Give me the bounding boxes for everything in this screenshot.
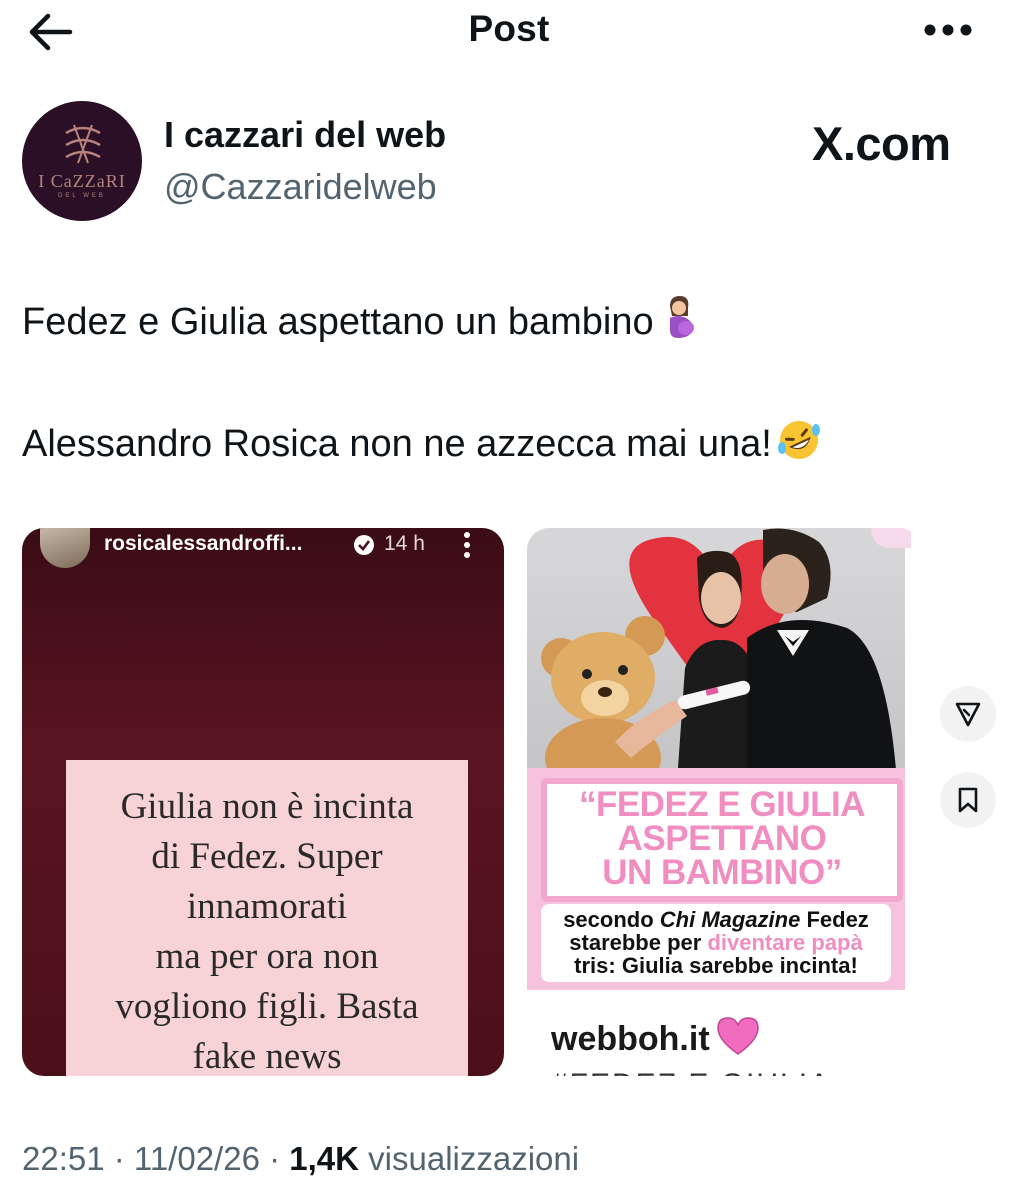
post-time[interactable]: 22:51 xyxy=(22,1140,105,1177)
verified-badge-icon xyxy=(354,535,374,555)
tweet-text: Fedez e Giulia aspettano un bambino xyxy=(22,301,654,343)
top-bar: Post xyxy=(0,0,1018,64)
watermark: X.com xyxy=(812,117,951,170)
more-icon xyxy=(924,24,972,36)
avatar[interactable]: I CaZZaRI DEL WEB xyxy=(22,101,142,221)
article-photo xyxy=(527,528,905,782)
grok-button[interactable] xyxy=(940,686,996,742)
author-name[interactable]: I cazzari del web xyxy=(164,114,446,156)
story-text-card: Giulia non è incinta di Fedez. Super inn… xyxy=(66,760,468,1076)
article-headline: “FEDEZ E GIULIA ASPETTANO UN BAMBINO” xyxy=(578,785,866,892)
tweet-text: Alessandro Rosica non ne azzecca mai una… xyxy=(22,423,772,465)
bookmark-button[interactable] xyxy=(940,772,996,828)
headline-box: “FEDEZ E GIULIA ASPETTANO UN BAMBINO” xyxy=(541,778,903,902)
tweet-text-line-1: Fedez e Giulia aspettano un bambino xyxy=(22,296,698,350)
bookmark-icon xyxy=(958,787,978,813)
views-label: visualizzazioni xyxy=(358,1140,580,1177)
story-menu-icon xyxy=(464,532,470,558)
views-count[interactable]: 1,4K xyxy=(289,1140,359,1177)
tweet-text-line-2: Alessandro Rosica non ne azzecca mai una… xyxy=(22,418,822,472)
author-handle[interactable]: @Cazzaridelweb xyxy=(164,166,437,208)
post-meta: 22:51 · 11/02/26 · 1,4K visualizzazioni xyxy=(22,1140,580,1177)
media-article-image[interactable]: “FEDEZ E GIULIA ASPETTANO UN BAMBINO” se… xyxy=(527,528,921,1076)
post-date[interactable]: 11/02/26 xyxy=(134,1140,260,1177)
story-avatar xyxy=(40,528,90,568)
article-subtitle: secondo Chi Magazine Fedez starebbe per … xyxy=(563,907,869,978)
avatar-sub-text: DEL WEB xyxy=(58,193,106,199)
couple xyxy=(677,528,897,782)
grok-icon xyxy=(955,702,981,727)
more-button[interactable] xyxy=(918,18,978,42)
teddy-bear xyxy=(541,616,665,782)
story-text: Giulia non è incinta di Fedez. Super inn… xyxy=(115,786,419,1076)
article-cut-text: #FEDEZ E GIULIA xyxy=(551,1068,831,1076)
pink-heart-icon xyxy=(716,1016,760,1065)
avatar-brand-text: I CaZZaRI xyxy=(38,171,126,191)
pregnant-woman-emoji-icon xyxy=(658,296,698,350)
rofl-emoji-icon xyxy=(776,418,822,472)
article-site: webboh.it xyxy=(551,1016,760,1065)
page-title: Post xyxy=(468,8,550,49)
story-username: rosicalessandroffi... xyxy=(104,532,303,555)
brand-mark-icon xyxy=(65,124,101,164)
subtitle-box: secondo Chi Magazine Fedez starebbe per … xyxy=(541,904,891,982)
media-story-image[interactable]: rosicalessandroffi... 14 h Giulia non è … xyxy=(22,528,504,1076)
story-time: 14 h xyxy=(384,532,425,555)
